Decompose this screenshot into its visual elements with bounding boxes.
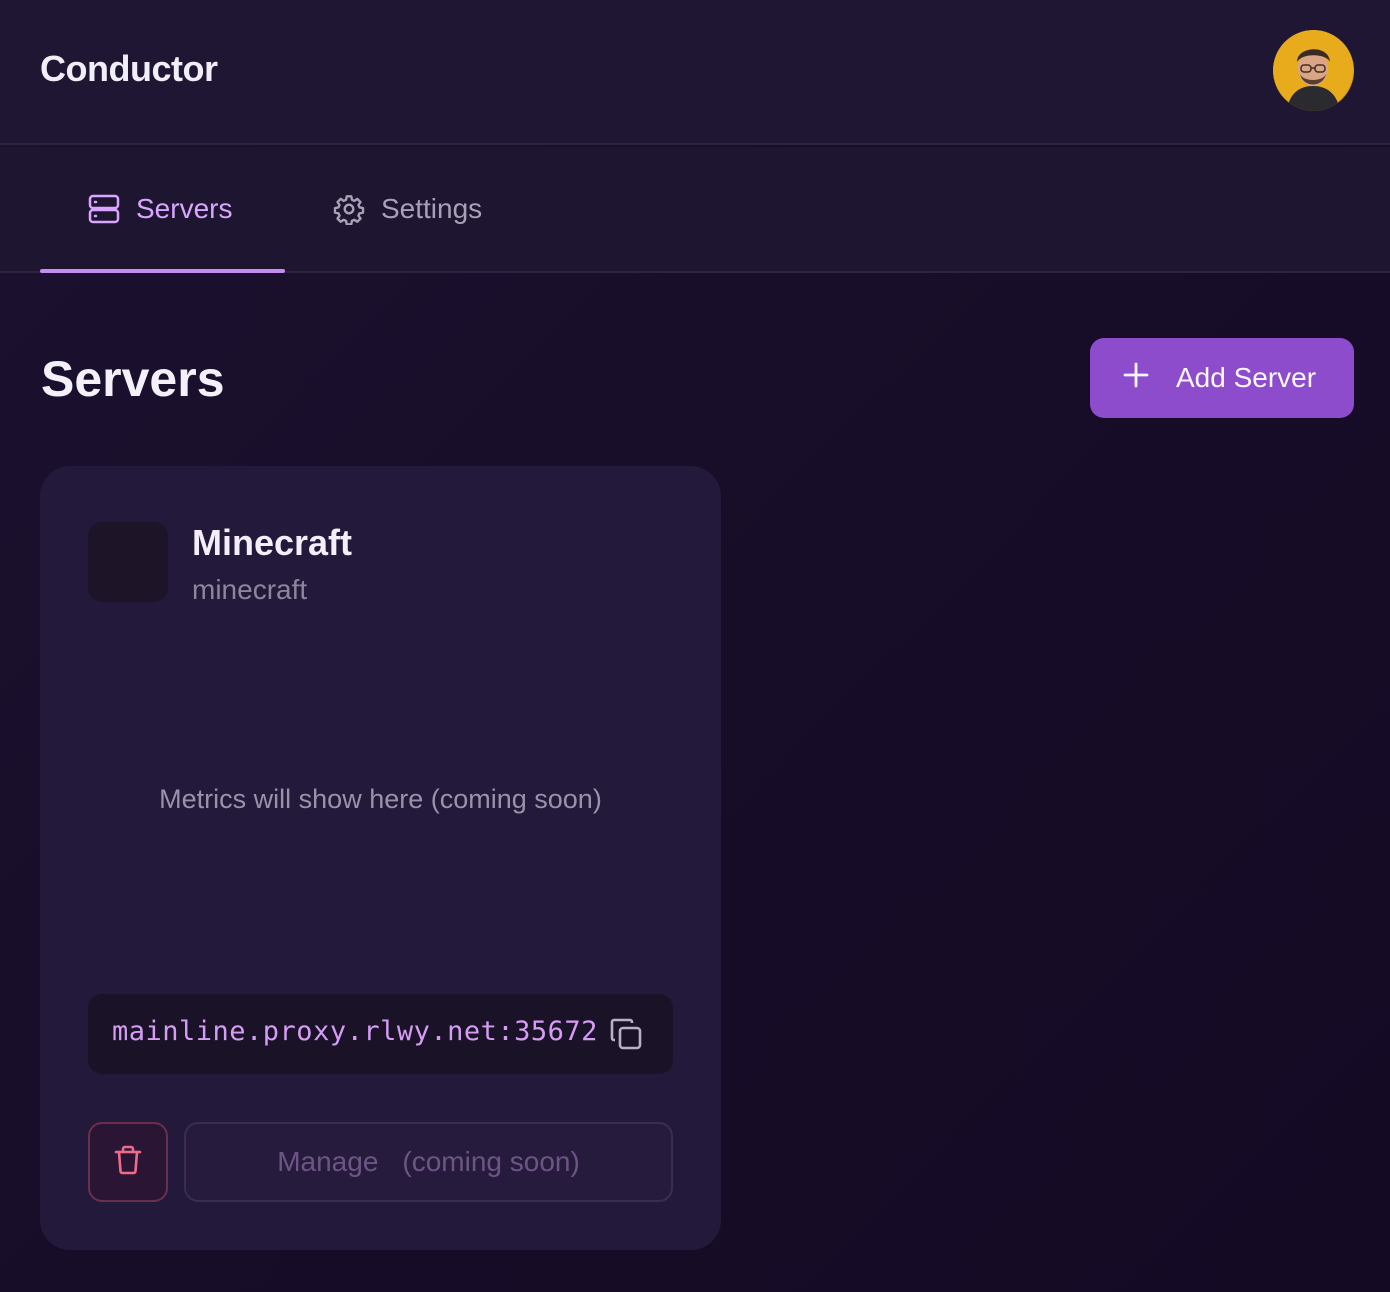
server-game: minecraft xyxy=(192,574,308,605)
manage-coming-soon: (coming soon) xyxy=(402,1146,580,1177)
server-address-box: mainline.proxy.rlwy.net:35672 xyxy=(88,994,673,1074)
gear-icon xyxy=(333,193,365,225)
avatar-portrait xyxy=(1273,30,1353,111)
app-title: Conductor xyxy=(40,48,218,89)
metrics-placeholder: Metrics will show here (coming soon) xyxy=(159,784,602,814)
add-server-label: Add Server xyxy=(1176,362,1317,393)
manage-button: Manage (coming soon) xyxy=(184,1122,673,1202)
plus-icon xyxy=(1122,361,1150,396)
tab-servers-label: Servers xyxy=(136,193,233,224)
server-address[interactable]: mainline.proxy.rlwy.net:35672 xyxy=(112,1016,598,1047)
user-avatar[interactable] xyxy=(1273,30,1354,111)
copy-icon[interactable] xyxy=(608,1016,644,1052)
tab-settings[interactable]: Settings xyxy=(333,147,482,271)
tab-settings-label: Settings xyxy=(381,193,483,224)
server-icon xyxy=(88,193,120,225)
tab-servers[interactable]: Servers xyxy=(40,147,285,273)
game-icon xyxy=(88,522,168,602)
trash-icon xyxy=(112,1144,144,1181)
page-title: Servers xyxy=(41,351,225,407)
add-server-button[interactable]: Add Server xyxy=(1090,338,1354,418)
app-header: Conductor xyxy=(0,0,1390,145)
manage-label: Manage xyxy=(277,1146,379,1177)
server-name: Minecraft xyxy=(192,522,353,563)
tab-bar: Servers Settings xyxy=(0,147,1390,273)
delete-server-button[interactable] xyxy=(88,1122,168,1202)
server-card: Minecraft minecraft Metrics will show he… xyxy=(40,466,721,1250)
